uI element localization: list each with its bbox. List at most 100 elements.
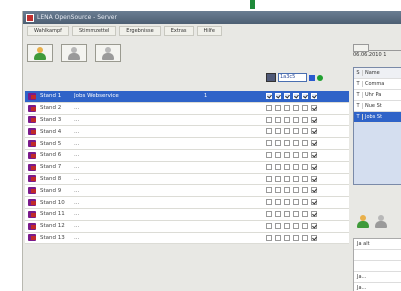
table-row[interactable]: Stand 2... bbox=[25, 102, 349, 115]
row-checkbox[interactable] bbox=[275, 104, 281, 111]
table-row[interactable]: Stand 3... bbox=[25, 114, 349, 127]
row-checkbox[interactable] bbox=[311, 104, 317, 111]
row-checkbox[interactable] bbox=[275, 140, 281, 147]
row-checkbox[interactable] bbox=[284, 187, 290, 194]
table-row[interactable]: Stand 12... bbox=[25, 220, 349, 233]
row-checkbox[interactable] bbox=[311, 210, 317, 217]
row-checkbox[interactable] bbox=[275, 151, 281, 158]
right-list-item[interactable]: T Nue St bbox=[354, 101, 401, 112]
right-list-item[interactable]: T Comma bbox=[354, 79, 401, 90]
row-checkbox[interactable] bbox=[284, 116, 290, 123]
row-checkbox[interactable] bbox=[275, 163, 281, 170]
row-checkbox[interactable] bbox=[311, 128, 317, 135]
row-checkbox[interactable] bbox=[266, 140, 272, 147]
row-checkbox[interactable] bbox=[302, 151, 308, 158]
blue-square-icon[interactable] bbox=[309, 74, 315, 81]
menu-hilfe[interactable]: Hilfe bbox=[196, 26, 222, 36]
menu-wahlkampf[interactable]: Wahlkampf bbox=[27, 26, 69, 36]
row-checkbox[interactable] bbox=[302, 175, 308, 182]
row-checkbox[interactable] bbox=[311, 116, 317, 123]
right-bottom-row[interactable]: Ja... bbox=[354, 272, 401, 283]
row-checkbox[interactable] bbox=[275, 93, 281, 99]
row-checkbox[interactable] bbox=[275, 116, 281, 123]
table-row[interactable]: Stand 13... bbox=[25, 232, 349, 245]
row-checkbox[interactable] bbox=[311, 163, 317, 170]
row-checkbox[interactable] bbox=[266, 199, 272, 206]
row-checkbox[interactable] bbox=[284, 104, 290, 111]
right-bottom-row[interactable]: Ja alt bbox=[354, 239, 401, 250]
user-grey-icon[interactable] bbox=[375, 215, 387, 228]
row-checkbox[interactable] bbox=[293, 116, 299, 123]
right-list-item[interactable]: T Uhr Pa bbox=[354, 90, 401, 101]
row-checkbox[interactable] bbox=[302, 187, 308, 194]
row-checkbox[interactable] bbox=[311, 187, 317, 194]
row-checkbox[interactable] bbox=[293, 163, 299, 170]
right-bottom-row[interactable]: Ja... bbox=[354, 283, 401, 291]
table-row[interactable]: Stand 1 Jobs Webservice 1 bbox=[25, 91, 349, 103]
menu-ergebnisse[interactable]: Ergebnisse bbox=[119, 26, 161, 36]
row-checkbox[interactable] bbox=[266, 151, 272, 158]
row-checkbox[interactable] bbox=[284, 93, 290, 99]
right-bottom-row[interactable] bbox=[354, 250, 401, 261]
row-checkbox[interactable] bbox=[275, 187, 281, 194]
row-checkbox[interactable] bbox=[293, 151, 299, 158]
row-checkbox[interactable] bbox=[266, 234, 272, 241]
table-row[interactable]: Stand 9... bbox=[25, 185, 349, 198]
row-checkbox[interactable] bbox=[284, 140, 290, 147]
row-checkbox[interactable] bbox=[302, 210, 308, 217]
row-checkbox[interactable] bbox=[302, 93, 308, 99]
row-checkbox[interactable] bbox=[311, 234, 317, 241]
row-checkbox[interactable] bbox=[284, 175, 290, 182]
table-row[interactable]: Stand 8... bbox=[25, 173, 349, 186]
row-checkbox[interactable] bbox=[284, 210, 290, 217]
menu-stimmzettel[interactable]: Stimmzettel bbox=[71, 26, 117, 36]
row-checkbox[interactable] bbox=[302, 222, 308, 229]
row-checkbox[interactable] bbox=[266, 187, 272, 194]
row-checkbox[interactable] bbox=[302, 199, 308, 206]
row-checkbox[interactable] bbox=[293, 210, 299, 217]
row-checkbox[interactable] bbox=[302, 104, 308, 111]
row-checkbox[interactable] bbox=[293, 234, 299, 241]
row-checkbox[interactable] bbox=[302, 234, 308, 241]
table-row[interactable]: Stand 6... bbox=[25, 149, 349, 162]
row-checkbox[interactable] bbox=[302, 140, 308, 147]
row-checkbox[interactable] bbox=[275, 175, 281, 182]
row-checkbox[interactable] bbox=[302, 163, 308, 170]
row-checkbox[interactable] bbox=[275, 210, 281, 217]
right-bottom-row[interactable] bbox=[354, 261, 401, 272]
row-checkbox[interactable] bbox=[284, 128, 290, 135]
row-checkbox[interactable] bbox=[284, 234, 290, 241]
remove-user-button[interactable] bbox=[95, 44, 121, 62]
row-checkbox[interactable] bbox=[266, 163, 272, 170]
table-row[interactable]: Stand 10... bbox=[25, 197, 349, 209]
row-checkbox[interactable] bbox=[311, 199, 317, 206]
row-checkbox[interactable] bbox=[266, 210, 272, 217]
menu-extras[interactable]: Extras bbox=[163, 26, 194, 36]
row-checkbox[interactable] bbox=[311, 140, 317, 147]
row-checkbox[interactable] bbox=[293, 104, 299, 111]
row-checkbox[interactable] bbox=[311, 175, 317, 182]
user-color-icon[interactable] bbox=[357, 215, 369, 228]
row-checkbox[interactable] bbox=[275, 128, 281, 135]
printer-icon[interactable] bbox=[266, 73, 276, 82]
row-checkbox[interactable] bbox=[284, 163, 290, 170]
row-checkbox[interactable] bbox=[293, 128, 299, 135]
edit-user-button[interactable] bbox=[61, 44, 87, 62]
row-checkbox[interactable] bbox=[311, 93, 317, 99]
row-checkbox[interactable] bbox=[275, 234, 281, 241]
row-checkbox[interactable] bbox=[266, 104, 272, 111]
row-checkbox[interactable] bbox=[311, 222, 317, 229]
table-row[interactable]: Stand 5... bbox=[25, 138, 349, 150]
row-checkbox[interactable] bbox=[266, 128, 272, 135]
row-checkbox[interactable] bbox=[302, 116, 308, 123]
row-checkbox[interactable] bbox=[311, 151, 317, 158]
row-checkbox[interactable] bbox=[302, 128, 308, 135]
row-checkbox[interactable] bbox=[293, 175, 299, 182]
row-checkbox[interactable] bbox=[266, 222, 272, 229]
row-checkbox[interactable] bbox=[284, 151, 290, 158]
row-checkbox[interactable] bbox=[284, 222, 290, 229]
row-checkbox[interactable] bbox=[293, 222, 299, 229]
filter-combo[interactable]: 1a3c5 bbox=[278, 73, 307, 82]
row-checkbox[interactable] bbox=[284, 199, 290, 206]
row-checkbox[interactable] bbox=[266, 175, 272, 182]
